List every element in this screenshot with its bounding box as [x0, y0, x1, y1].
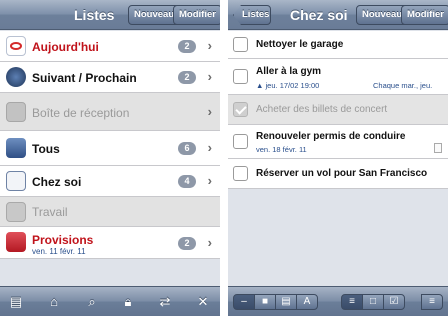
list-item-all[interactable]: Tous 6 ›: [0, 131, 220, 166]
list-item-label: Aujourd'hui: [32, 40, 99, 54]
chevron-right-icon: ›: [207, 104, 212, 119]
lists-screen: Listes Nouveau Modifier Aujourd'hui 2 › …: [0, 0, 220, 316]
chevron-right-icon: ›: [207, 235, 212, 250]
list-item-label: Boîte de réception: [32, 106, 130, 120]
settings-icon[interactable]: ✕: [195, 294, 211, 310]
task-label: Renouveler permis de conduire: [256, 131, 406, 142]
today-icon: [6, 36, 26, 56]
list-item-home[interactable]: Chez soi 4 ›: [0, 166, 220, 197]
edit-button[interactable]: Modifier: [401, 5, 448, 25]
list-item-date: ven. 11 févr. 11: [32, 247, 86, 256]
page-title: Listes: [74, 7, 115, 23]
list-item-label: Provisions: [32, 233, 94, 247]
filter-unchecked-button[interactable]: □: [362, 294, 384, 310]
task-label: Nettoyer le garage: [256, 39, 344, 50]
sync-icon[interactable]: ⇄: [157, 294, 173, 310]
list-item-today[interactable]: Aujourd'hui 2 ›: [0, 31, 220, 62]
list-item-label: Tous: [32, 142, 60, 156]
task-checkbox[interactable]: [233, 166, 248, 181]
filter-list-button[interactable]: ≡: [341, 294, 363, 310]
inbox-icon: [6, 102, 26, 122]
task-label: Aller à la gym: [256, 66, 322, 77]
clock-icon: [6, 67, 26, 87]
chevron-right-icon: ›: [207, 38, 212, 53]
task-row[interactable]: Acheter des billets de concert: [228, 95, 448, 125]
task-row[interactable]: Réserver un vol pour San Francisco: [228, 159, 448, 189]
count-badge: 2: [178, 40, 196, 53]
home-list-screen: Listes Chez soi Nouveau Modifier Nettoye…: [228, 0, 448, 316]
bottom-toolbar: – ■ ▤ A ≡ □ ☑ ≡: [228, 286, 448, 316]
task-row[interactable]: Renouveler permis de conduire ven. 18 fé…: [228, 125, 448, 159]
search-icon[interactable]: ⌕: [84, 294, 100, 310]
view-plain-button[interactable]: ■: [254, 294, 276, 310]
count-badge: 2: [178, 237, 196, 250]
lock-icon: [6, 202, 26, 222]
bottom-toolbar: ▤ ⌂ ⌕ 🔒︎ ⇄ ✕: [0, 286, 220, 316]
note-icon: [434, 143, 442, 153]
list-item-work[interactable]: Travail: [0, 197, 220, 227]
provisions-icon: [6, 232, 26, 252]
task-row[interactable]: Aller à la gym ▲ jeu. 17/02 19:00 Chaque…: [228, 59, 448, 95]
collapse-button[interactable]: –: [233, 294, 255, 310]
font-button[interactable]: A: [296, 294, 318, 310]
count-badge: 2: [178, 71, 196, 84]
lists-icon[interactable]: ▤: [8, 294, 24, 310]
task-due-date: ▲ jeu. 17/02 19:00: [256, 81, 320, 90]
navbar: Listes Nouveau Modifier: [0, 0, 220, 30]
chevron-right-icon: ›: [207, 140, 212, 155]
edit-button[interactable]: Modifier: [173, 5, 220, 25]
task-label: Acheter des billets de concert: [256, 104, 388, 115]
all-icon: [6, 138, 26, 158]
task-row[interactable]: Nettoyer le garage: [228, 31, 448, 59]
task-repeat: Chaque mar., jeu.: [373, 81, 433, 90]
task-due-date: ven. 18 févr. 11: [256, 145, 307, 154]
lock-icon[interactable]: 🔒︎: [120, 294, 136, 310]
task-checkbox[interactable]: [233, 69, 248, 84]
task-checkbox[interactable]: [233, 134, 248, 149]
notepad-icon: [6, 171, 26, 191]
list-item-label: Travail: [32, 205, 68, 219]
list-item-label: Suivant / Prochain: [32, 71, 137, 85]
count-badge: 4: [178, 175, 196, 188]
menu-button[interactable]: ≡: [421, 294, 443, 310]
task-due-text: jeu. 17/02 19:00: [265, 81, 320, 90]
chevron-right-icon: ›: [207, 69, 212, 84]
filter-checked-button[interactable]: ☑: [383, 294, 405, 310]
page-title: Chez soi: [290, 7, 348, 23]
task-checkbox[interactable]: [233, 37, 248, 52]
task-label: Réserver un vol pour San Francisco: [256, 168, 428, 179]
navbar: Listes Chez soi Nouveau Modifier: [228, 0, 448, 30]
back-button[interactable]: Listes: [233, 5, 271, 25]
list-item-provisions[interactable]: Provisions ven. 11 févr. 11 2 ›: [0, 227, 220, 259]
chevron-right-icon: ›: [207, 173, 212, 188]
list-item-next[interactable]: Suivant / Prochain 2 ›: [0, 62, 220, 93]
task-checkbox-checked[interactable]: [233, 102, 248, 117]
list-item-inbox[interactable]: Boîte de réception ›: [0, 93, 220, 131]
list-item-label: Chez soi: [32, 175, 82, 189]
view-note-button[interactable]: ▤: [275, 294, 297, 310]
tag-icon[interactable]: ⌂: [46, 294, 62, 310]
count-badge: 6: [178, 142, 196, 155]
